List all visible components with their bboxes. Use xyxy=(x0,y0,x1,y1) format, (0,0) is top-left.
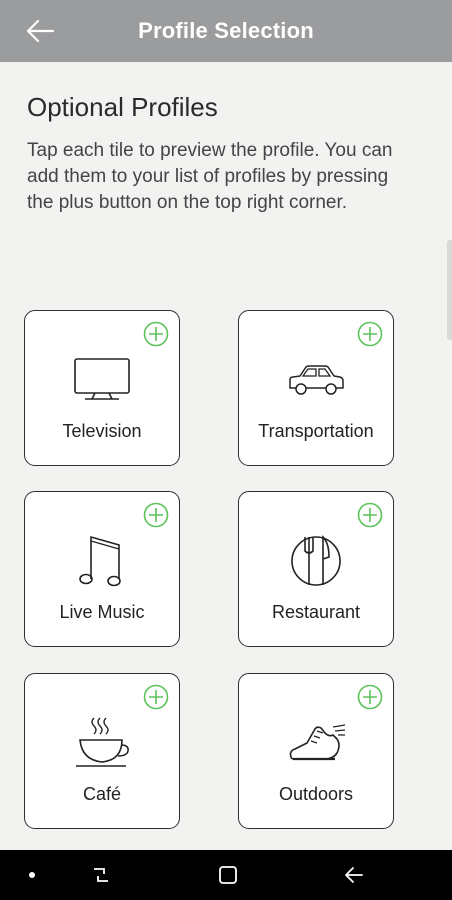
add-profile-plus-icon[interactable] xyxy=(357,321,383,347)
profile-tile-restaurant[interactable]: Restaurant xyxy=(238,491,394,647)
tile-label: Outdoors xyxy=(278,784,354,804)
add-profile-plus-icon[interactable] xyxy=(143,684,169,710)
edge-panel-handle[interactable] xyxy=(447,240,452,340)
add-profile-plus-icon[interactable] xyxy=(357,684,383,710)
tile-label: Transportation xyxy=(258,421,374,441)
tile-label: Café xyxy=(82,784,122,804)
add-profile-plus-icon[interactable] xyxy=(143,502,169,528)
tile-label: Restaurant xyxy=(271,602,361,622)
dot-icon[interactable] xyxy=(20,863,44,887)
back-icon[interactable] xyxy=(342,863,366,887)
profile-tile-television[interactable]: Television xyxy=(24,310,180,466)
tile-label: Television xyxy=(62,421,142,441)
add-profile-plus-icon[interactable] xyxy=(357,502,383,528)
add-profile-plus-icon[interactable] xyxy=(143,321,169,347)
plate-cutlery-icon xyxy=(281,526,351,596)
section-description: Tap each tile to preview the profile. Yo… xyxy=(27,140,393,213)
home-icon[interactable] xyxy=(216,863,240,887)
profile-tile-live-music[interactable]: Live Music xyxy=(24,491,180,647)
car-icon xyxy=(281,345,351,415)
page-title: Profile Selection xyxy=(138,18,314,43)
television-icon xyxy=(67,345,137,415)
system-nav-bar xyxy=(0,850,452,900)
profile-tile-outdoors[interactable]: Outdoors xyxy=(238,673,394,829)
tile-label: Live Music xyxy=(59,602,145,622)
app-bar: Profile Selection xyxy=(0,0,452,62)
coffee-cup-icon xyxy=(67,708,137,778)
music-note-icon xyxy=(67,526,137,596)
recent-apps-icon[interactable] xyxy=(89,863,113,887)
profile-tile-transportation[interactable]: Transportation xyxy=(238,310,394,466)
section-heading: Optional Profiles xyxy=(27,92,218,122)
profile-tile-cafe[interactable]: Café xyxy=(24,673,180,829)
sneaker-icon xyxy=(281,708,351,778)
